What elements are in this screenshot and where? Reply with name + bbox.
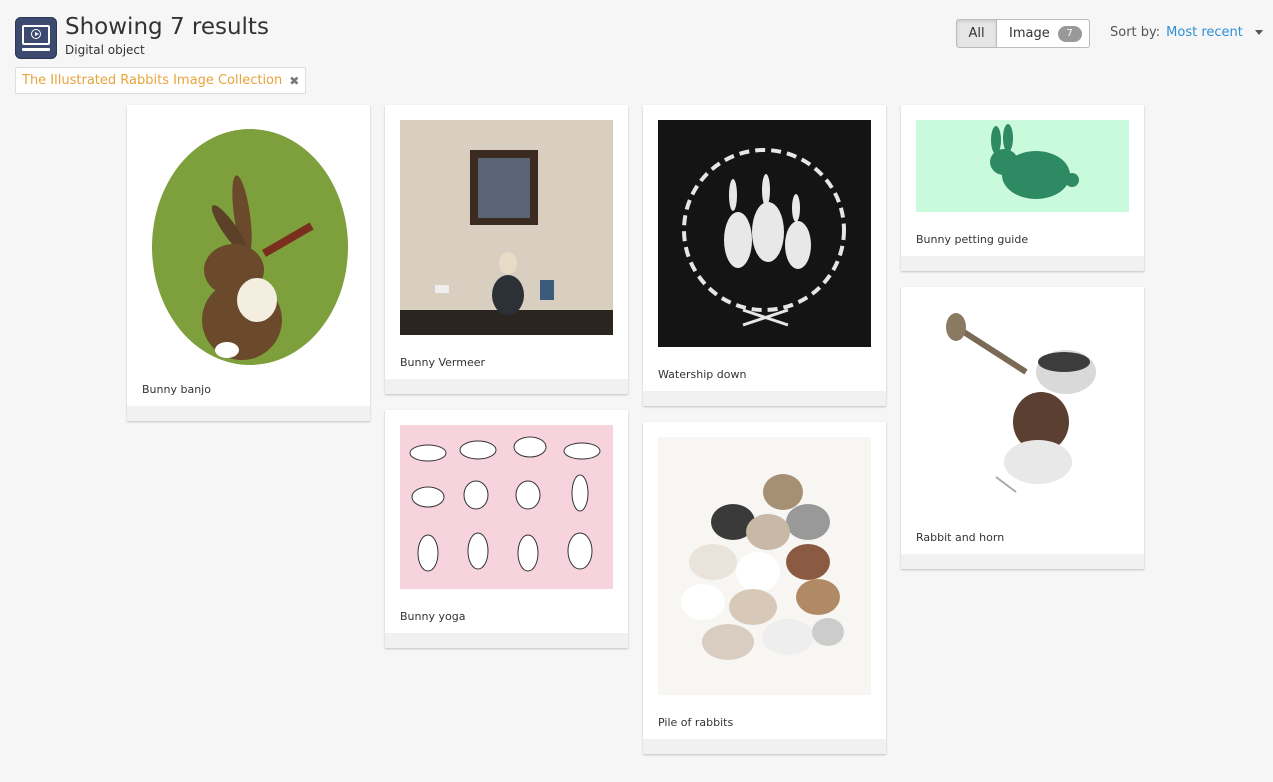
sort-control: Sort by: Most recent	[1110, 25, 1263, 40]
card-footer	[643, 739, 886, 754]
chevron-down-icon[interactable]	[1254, 30, 1263, 35]
result-card-bunny-petting-guide[interactable]: Bunny petting guide	[901, 105, 1144, 271]
filter-image-label: Image	[1009, 26, 1050, 41]
thumbnail-image[interactable]	[400, 120, 613, 335]
sort-label: Sort by:	[1110, 25, 1161, 40]
card-footer	[385, 633, 628, 648]
collection-filter-tag[interactable]: The Illustrated Rabbits Image Collection…	[15, 67, 307, 94]
card-footer	[643, 391, 886, 406]
card-footer	[901, 554, 1144, 569]
media-type-filter: All Image 7	[956, 19, 1090, 48]
result-card-bunny-yoga[interactable]: Bunny yoga	[385, 410, 628, 648]
result-caption[interactable]: Bunny Vermeer	[400, 356, 485, 369]
card-footer	[901, 256, 1144, 271]
sort-dropdown[interactable]: Most recent	[1166, 25, 1243, 40]
result-card-rabbit-and-horn[interactable]: Rabbit and horn	[901, 287, 1144, 569]
result-card-bunny-vermeer[interactable]: Bunny Vermeer	[385, 105, 628, 394]
thumbnail-image[interactable]	[916, 302, 1129, 512]
result-caption[interactable]: Bunny yoga	[400, 610, 465, 623]
filter-image-button[interactable]: Image 7	[997, 19, 1090, 48]
result-caption[interactable]: Bunny petting guide	[916, 233, 1028, 246]
page-title: Showing 7 results	[65, 14, 269, 40]
thumbnail-image[interactable]	[916, 120, 1129, 212]
result-card-pile-of-rabbits[interactable]: Pile of rabbits	[643, 422, 886, 754]
thumbnail-image[interactable]	[658, 120, 871, 347]
page-subtitle: Digital object	[65, 43, 145, 57]
thumbnail-image[interactable]	[400, 425, 613, 589]
result-caption[interactable]: Bunny banjo	[142, 383, 211, 396]
filter-all-button[interactable]: All	[956, 19, 997, 48]
result-caption[interactable]: Watership down	[658, 368, 746, 381]
result-card-watership-down[interactable]: Watership down	[643, 105, 886, 406]
filter-label: The Illustrated Rabbits Image Collection	[22, 73, 283, 88]
card-footer	[385, 379, 628, 394]
thumbnail-image[interactable]	[142, 120, 355, 365]
remove-filter-icon[interactable]: ✖	[289, 74, 299, 88]
result-caption[interactable]: Pile of rabbits	[658, 716, 733, 729]
image-count-badge: 7	[1057, 25, 1082, 42]
result-caption[interactable]: Rabbit and horn	[916, 531, 1004, 544]
digital-object-icon	[15, 17, 57, 59]
thumbnail-image[interactable]	[658, 437, 871, 695]
result-card-bunny-banjo[interactable]: Bunny banjo	[127, 105, 370, 421]
card-footer	[127, 406, 370, 421]
